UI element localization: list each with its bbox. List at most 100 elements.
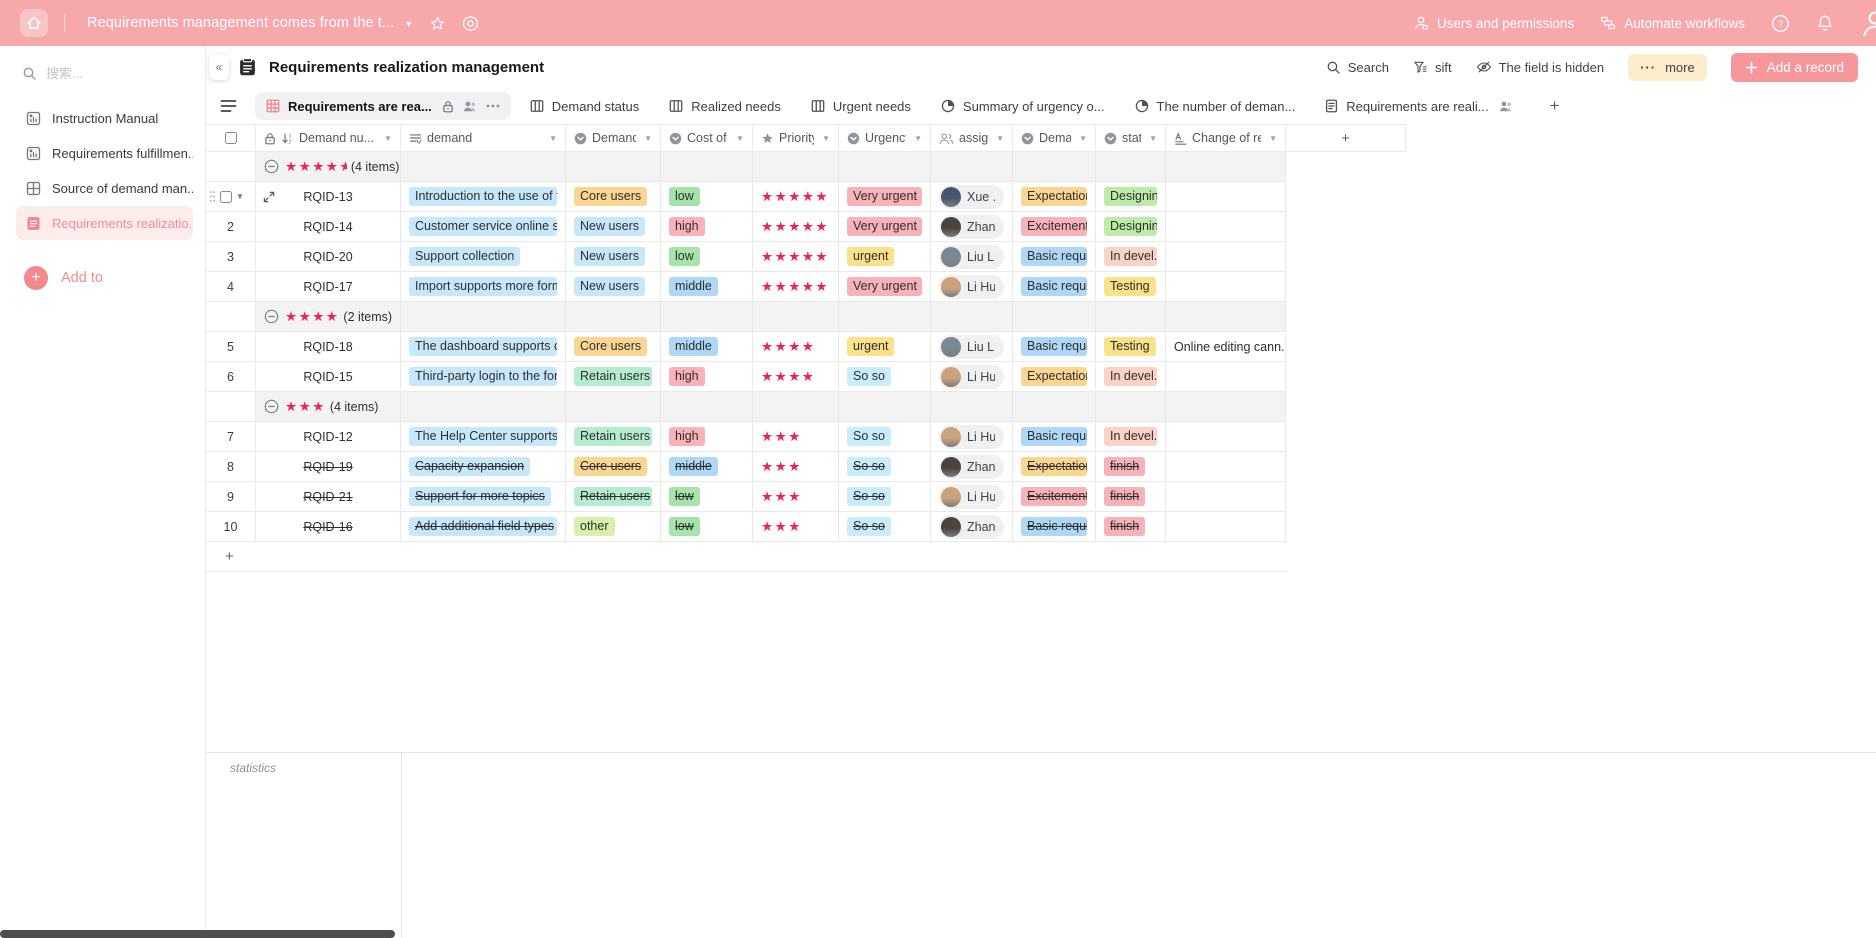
- chevron-down-icon[interactable]: ▼: [993, 134, 1004, 143]
- demand-type-cell[interactable]: Expectation...: [1013, 452, 1096, 482]
- change-cell[interactable]: [1166, 422, 1286, 452]
- demand-number-cell[interactable]: RQID-12: [256, 422, 401, 452]
- demand-cell[interactable]: Capacity expansion: [401, 452, 566, 482]
- chevron-down-icon[interactable]: ▼: [1266, 134, 1277, 143]
- priority-cell[interactable]: ★★★: [753, 482, 839, 512]
- assignee-cell[interactable]: Zhan...: [931, 452, 1013, 482]
- chevron-down-icon[interactable]: ▼: [641, 134, 652, 143]
- sidebar-item-3[interactable]: Source of demand man...: [16, 171, 193, 205]
- change-cell[interactable]: Online editing cann...: [1166, 332, 1286, 362]
- demand-cell[interactable]: Customer service online supp: [401, 212, 566, 242]
- priority-cell[interactable]: ★★★★★: [753, 272, 839, 302]
- statistics-bar[interactable]: statistics: [206, 752, 1876, 782]
- column-header-cost[interactable]: Cost of d...▼: [661, 124, 753, 152]
- demand-cell[interactable]: Third-party login to the forum: [401, 362, 566, 392]
- column-header-demand[interactable]: demand▼: [401, 124, 566, 152]
- collapse-group-icon[interactable]: [264, 159, 279, 174]
- select-all-checkbox-cell[interactable]: [206, 124, 256, 152]
- urgency-cell[interactable]: So so: [839, 512, 931, 542]
- state-cell[interactable]: In devel...: [1096, 362, 1166, 392]
- help-icon[interactable]: ?: [1771, 14, 1790, 33]
- state-cell[interactable]: finish: [1096, 512, 1166, 542]
- demand-type-cell[interactable]: Basic requir...: [1013, 332, 1096, 362]
- view-tab-7[interactable]: Requirements are reali...: [1314, 92, 1523, 120]
- assignee-cell[interactable]: Li Hui...: [931, 272, 1013, 302]
- priority-cell[interactable]: ★★★★★: [753, 182, 839, 212]
- workspace-title[interactable]: Requirements management comes from the t…: [87, 15, 394, 31]
- column-header-num[interactable]: 12Demand nu...▼: [256, 124, 401, 152]
- more-button[interactable]: ··· more: [1628, 54, 1707, 81]
- row-number-cell[interactable]: 8: [206, 452, 256, 482]
- row-number-cell[interactable]: 7: [206, 422, 256, 452]
- demand-source-cell[interactable]: New users: [566, 242, 661, 272]
- demand-number-cell[interactable]: RQID-16: [256, 512, 401, 542]
- demand-type-cell[interactable]: Basic requir...: [1013, 242, 1096, 272]
- change-cell[interactable]: [1166, 272, 1286, 302]
- home-button[interactable]: [20, 9, 48, 37]
- demand-type-cell[interactable]: Basic requir...: [1013, 512, 1096, 542]
- cost-cell[interactable]: high: [661, 212, 753, 242]
- demand-number-cell[interactable]: RQID-17: [256, 272, 401, 302]
- sidebar-item-1[interactable]: Instruction Manual: [16, 101, 193, 135]
- demand-cell[interactable]: Add additional field types: [401, 512, 566, 542]
- demand-type-cell[interactable]: Excitement ...: [1013, 212, 1096, 242]
- assignee-cell[interactable]: Zhan...: [931, 512, 1013, 542]
- column-header-priority[interactable]: Priority▼: [753, 124, 839, 152]
- state-cell[interactable]: Testing: [1096, 332, 1166, 362]
- state-cell[interactable]: Testing: [1096, 272, 1166, 302]
- cost-cell[interactable]: low: [661, 482, 753, 512]
- row-number-cell[interactable]: 3: [206, 242, 256, 272]
- demand-number-cell[interactable]: RQID-20: [256, 242, 401, 272]
- state-cell[interactable]: finish: [1096, 452, 1166, 482]
- view-tab-5[interactable]: Summary of urgency o...: [930, 92, 1116, 120]
- change-cell[interactable]: [1166, 482, 1286, 512]
- cost-cell[interactable]: middle: [661, 332, 753, 362]
- urgency-cell[interactable]: urgent: [839, 242, 931, 272]
- demand-source-cell[interactable]: Retain users: [566, 362, 661, 392]
- demand-type-cell[interactable]: Excitement ...: [1013, 482, 1096, 512]
- row-number-cell[interactable]: 10: [206, 512, 256, 542]
- chevron-down-icon[interactable]: ▼: [911, 134, 922, 143]
- demand-cell[interactable]: The dashboard supports onlin: [401, 332, 566, 362]
- demand-cell[interactable]: Support for more topics: [401, 482, 566, 512]
- demand-source-cell[interactable]: Core users: [566, 332, 661, 362]
- account-avatar[interactable]: [1860, 8, 1876, 38]
- row-number-cell[interactable]: 5: [206, 332, 256, 362]
- notifications-bell-icon[interactable]: [1816, 14, 1834, 32]
- demand-type-cell[interactable]: Expectation...: [1013, 362, 1096, 392]
- expand-record-icon[interactable]: [263, 191, 275, 203]
- settings-badge-icon[interactable]: [462, 15, 479, 32]
- add-column-cell[interactable]: +: [1286, 124, 1406, 152]
- cost-cell[interactable]: low: [661, 182, 753, 212]
- hidden-fields-button[interactable]: The field is hidden: [1476, 59, 1605, 75]
- chevron-down-icon[interactable]: ▼: [733, 134, 744, 143]
- demand-number-cell[interactable]: RQID-15: [256, 362, 401, 392]
- view-tab-2[interactable]: Demand status: [519, 92, 650, 120]
- change-cell[interactable]: [1166, 362, 1286, 392]
- demand-cell[interactable]: The Help Center supports ans: [401, 422, 566, 452]
- column-header-urgency[interactable]: Urgency ...▼: [839, 124, 931, 152]
- row-checkbox[interactable]: [220, 191, 232, 203]
- view-tab-1[interactable]: Requirements are rea...: [255, 92, 511, 120]
- sidebar-item-4[interactable]: Requirements realizatio...: [16, 206, 193, 240]
- demand-cell[interactable]: Introduction to the use of tem: [401, 182, 566, 212]
- row-caret-icon[interactable]: ▼: [236, 192, 244, 201]
- assignee-cell[interactable]: Liu Lu...: [931, 332, 1013, 362]
- column-header-type[interactable]: Deman...▼: [1013, 124, 1096, 152]
- chevron-down-icon[interactable]: ▼: [1076, 134, 1087, 143]
- change-cell[interactable]: [1166, 512, 1286, 542]
- urgency-cell[interactable]: So so: [839, 422, 931, 452]
- state-cell[interactable]: In devel...: [1096, 422, 1166, 452]
- state-cell[interactable]: Designing: [1096, 212, 1166, 242]
- horizontal-scrollbar[interactable]: [0, 930, 395, 938]
- change-cell[interactable]: [1166, 182, 1286, 212]
- row-number-cell[interactable]: 9: [206, 482, 256, 512]
- assignee-cell[interactable]: Liu Lu...: [931, 242, 1013, 272]
- demand-number-cell[interactable]: RQID-14: [256, 212, 401, 242]
- urgency-cell[interactable]: Very urgent: [839, 272, 931, 302]
- priority-cell[interactable]: ★★★: [753, 422, 839, 452]
- priority-cell[interactable]: ★★★★: [753, 362, 839, 392]
- demand-cell[interactable]: Support collection: [401, 242, 566, 272]
- state-cell[interactable]: Designing: [1096, 182, 1166, 212]
- users-permissions-link[interactable]: Users and permissions: [1413, 15, 1574, 31]
